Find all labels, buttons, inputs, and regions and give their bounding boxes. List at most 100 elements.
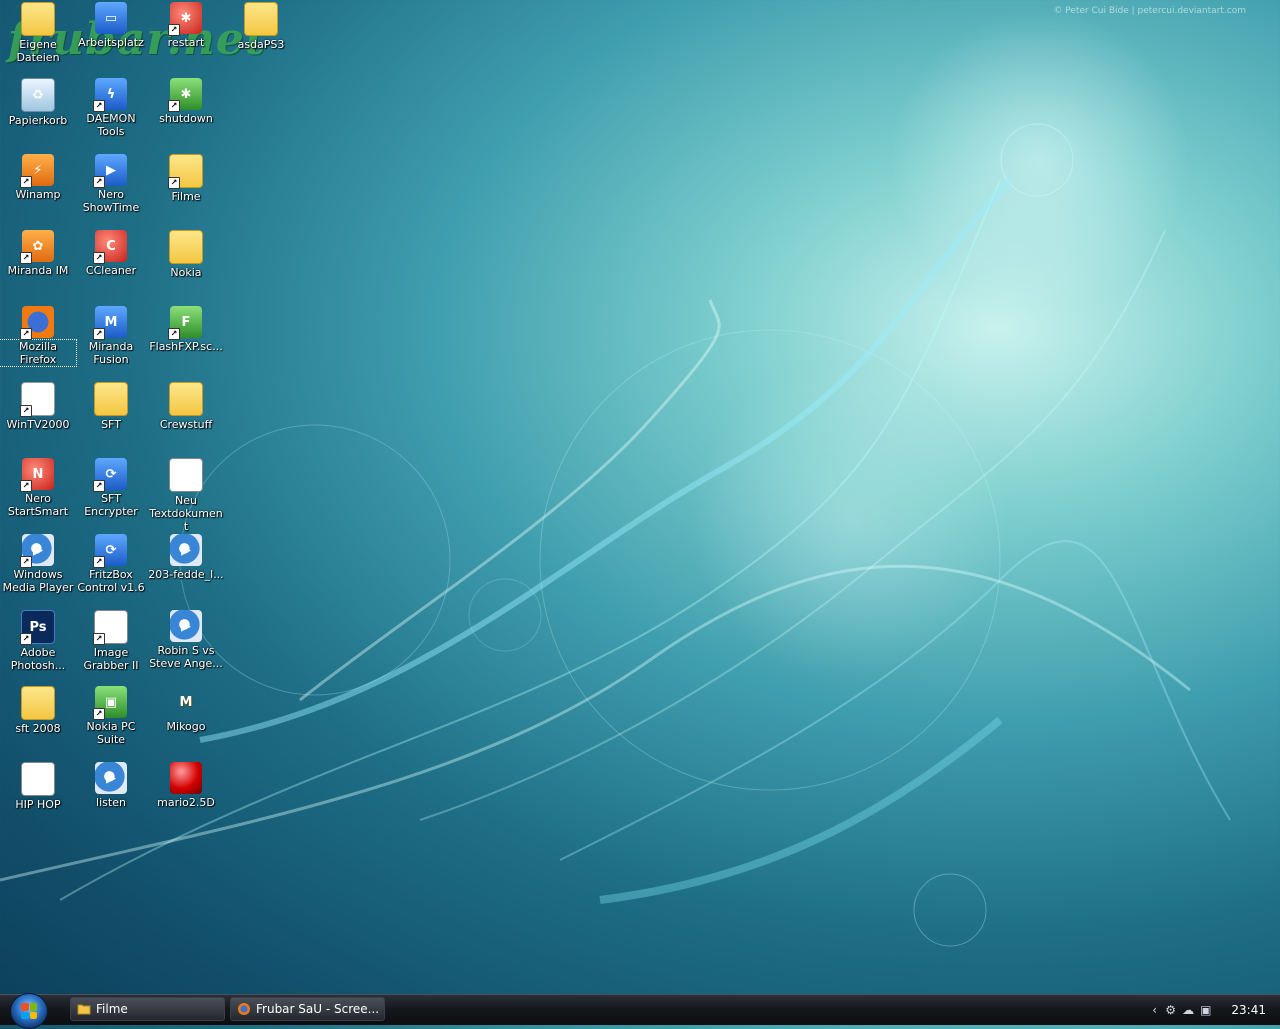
desktop-icon-label: Mozilla Firefox (0, 339, 77, 367)
desktop-icon-asdaps3[interactable]: asdaPS3 (223, 2, 299, 51)
miranda-im-icon: ✿ ↗ (20, 230, 54, 264)
desktop-icon-label: FlashFXP.sc... (149, 340, 223, 353)
desktop-icon-label: SFT Encrypter (84, 492, 138, 518)
image-grabber-icon: ▦ ↗ (93, 610, 128, 645)
desktop-icon-robin-s[interactable]: ▶ Robin S vs Steve Ange... (148, 610, 224, 670)
desktop-icon-daemon-tools[interactable]: ϟ ↗ DAEMON Tools (73, 78, 149, 138)
desktop-icon-flashfxp[interactable]: F ↗ FlashFXP.sc... (148, 306, 224, 353)
nero-startsmart-icon: N ↗ (20, 458, 54, 492)
desktop-icon-label: SFT (101, 418, 121, 431)
taskbar-item-label: Frubar SaU - Scree... (256, 1002, 380, 1016)
desktop-icon-label: FritzBox Control v1.6 (77, 568, 145, 594)
desktop-icon-label: Mikogo (166, 720, 206, 733)
desktop-icon-fritzbox-control[interactable]: ⟳ ↗ FritzBox Control v1.6 (73, 534, 149, 594)
shortcut-arrow-icon: ↗ (20, 176, 32, 188)
desktop-icon-ccleaner[interactable]: C ↗ CCleaner (73, 230, 149, 277)
desktop-icon-label: CCleaner (85, 264, 137, 277)
desktop-icon-label: shutdown (159, 112, 213, 125)
desktop-icon-sft[interactable]: SFT (73, 382, 149, 431)
desktop-icon-miranda-fusion[interactable]: M ↗ Miranda Fusion (73, 306, 149, 366)
shutdown-icon: ✱ ↗ (168, 78, 202, 112)
restart-icon: ✱ ↗ (168, 2, 202, 36)
crewstuff-icon (169, 382, 203, 416)
desktop-icon-label: Adobe Photosh... (10, 646, 66, 672)
desktop-icon-label: Nokia PC Suite (86, 720, 136, 746)
flashfxp-icon: F ↗ (168, 306, 202, 340)
desktop-icon-shutdown[interactable]: ✱ ↗ shutdown (148, 78, 224, 125)
desktop-icon-203-fedde[interactable]: ▶ 203-fedde_l... (148, 534, 224, 581)
windows-logo-icon (21, 1003, 37, 1019)
desktop-icon-label: HIP HOP (15, 798, 61, 811)
desktop-icon-label: 203-fedde_l... (148, 568, 224, 581)
shortcut-arrow-icon: ↗ (20, 556, 32, 568)
desktop-icon-hip-hop[interactable]: ♪ HIP HOP (0, 762, 76, 811)
desktop-icon-wintv2000[interactable]: WIN TV ↗ WinTV2000 (0, 382, 76, 431)
papierkorb-icon: ♻ (21, 78, 55, 112)
desktop-icon-label: Arbeitsplatz (78, 36, 144, 49)
desktop-icon-nero-startsmart[interactable]: N ↗ Nero StartSmart (0, 458, 76, 518)
winamp-icon: ⚡ ↗ (20, 154, 54, 188)
desktop-icon-miranda-im[interactable]: ✿ ↗ Miranda IM (0, 230, 76, 277)
chevron-left-icon[interactable]: ‹ (1150, 1003, 1159, 1017)
desktop-icon-label: Crewstuff (159, 418, 213, 431)
desktop-icon-papierkorb[interactable]: ♻ Papierkorb (0, 78, 76, 127)
shortcut-arrow-icon: ↗ (168, 177, 180, 189)
mario25d-icon (170, 762, 202, 794)
desktop-icon-mario25d[interactable]: mario2.5D (148, 762, 224, 809)
daemon-tools-icon: ϟ ↗ (93, 78, 127, 112)
desktop-icon-nero-showtime[interactable]: ▶ ↗ Nero ShowTime (73, 154, 149, 214)
nero-showtime-icon: ▶ ↗ (93, 154, 127, 188)
shortcut-arrow-icon: ↗ (93, 633, 105, 645)
desktop-icon-label: sft 2008 (15, 722, 61, 735)
desktop-icon-winamp[interactable]: ⚡ ↗ Winamp (0, 154, 76, 201)
taskbar: Filme Frubar SaU - Scree... ‹ ⚙ ☁ ▣ 23:4… (0, 993, 1280, 1029)
asdaps3-icon (244, 2, 278, 36)
desktop-icon-listen[interactable]: ▶ listen (73, 762, 149, 809)
desktop-icon-label: Miranda Fusion (88, 340, 134, 366)
desktop-icon-filme[interactable]: ↗ Filme (148, 154, 224, 203)
desktop-icon-nokia[interactable]: Nokia (148, 230, 224, 279)
system-tray: ‹ ⚙ ☁ ▣ 23:41 (1150, 995, 1280, 1025)
clock[interactable]: 23:41 (1231, 1003, 1266, 1017)
desktop-icon-label: mario2.5D (157, 796, 215, 809)
desktop-icon-label: Nero ShowTime (82, 188, 140, 214)
desktop-icon-mikogo[interactable]: M Mikogo (148, 686, 224, 734)
taskbar-item-label: Filme (96, 1002, 128, 1016)
robin-s-icon: ▶ (170, 610, 202, 642)
firefox-icon (238, 1003, 250, 1015)
desktop-icon-sft-encrypter[interactable]: ⟳ ↗ SFT Encrypter (73, 458, 149, 518)
desktop-icon-crewstuff[interactable]: Crewstuff (148, 382, 224, 431)
network-icon[interactable]: ⚙ (1165, 1003, 1176, 1017)
cloud-icon[interactable]: ☁ (1182, 1003, 1194, 1017)
desktop-icon-label: listen (96, 796, 126, 809)
desktop-icon-neu-textdokument[interactable]: ≡ Neu Textdokument (148, 458, 224, 533)
nokia-pc-suite-icon: ▣ ↗ (93, 686, 127, 720)
mikogo-icon: M (179, 694, 193, 710)
desktop-icon-image-grabber[interactable]: ▦ ↗ Image Grabber II (73, 610, 149, 672)
desktop-icon-adobe-photoshop[interactable]: Ps ↗ Adobe Photosh... (0, 610, 76, 672)
neu-textdokument-icon: ≡ (169, 458, 203, 492)
desktop-icon-sft-2008[interactable]: sft 2008 (0, 686, 76, 735)
desktop-icon-arbeitsplatz[interactable]: ▭ Arbeitsplatz (73, 2, 149, 49)
desktop-icon-label: DAEMON Tools (86, 112, 136, 138)
shortcut-arrow-icon: ↗ (93, 708, 105, 720)
camera-icon[interactable]: ▣ (1200, 1003, 1211, 1017)
mozilla-firefox-icon: ↗ (20, 306, 54, 340)
shortcut-arrow-icon: ↗ (168, 328, 180, 340)
desktop-icon-nokia-pc-suite[interactable]: ▣ ↗ Nokia PC Suite (73, 686, 149, 746)
desktop-icon-eigene-dateien[interactable]: Eigene Dateien (0, 2, 76, 64)
taskbar-item-filme[interactable]: Filme (70, 997, 225, 1021)
desktop-icon-label: Filme (171, 190, 201, 203)
desktop-icon-label: restart (167, 36, 205, 49)
desktop-icon-label: WinTV2000 (6, 418, 70, 431)
desktop-icon-mozilla-firefox[interactable]: ↗ Mozilla Firefox (0, 306, 77, 367)
shortcut-arrow-icon: ↗ (93, 252, 105, 264)
desktop-icon-restart[interactable]: ✱ ↗ restart (148, 2, 224, 49)
taskbar-item-frubar[interactable]: Frubar SaU - Scree... (230, 997, 385, 1021)
desktop-icon-label: Nero StartSmart (7, 492, 69, 518)
sft-icon (94, 382, 128, 416)
eigene-dateien-icon (21, 2, 55, 36)
desktop-icon-label: Windows Media Player (2, 568, 74, 594)
desktop-icon-windows-media-player[interactable]: ▶ ↗ Windows Media Player (0, 534, 76, 594)
desktop-icon-label: asdaPS3 (237, 38, 285, 51)
